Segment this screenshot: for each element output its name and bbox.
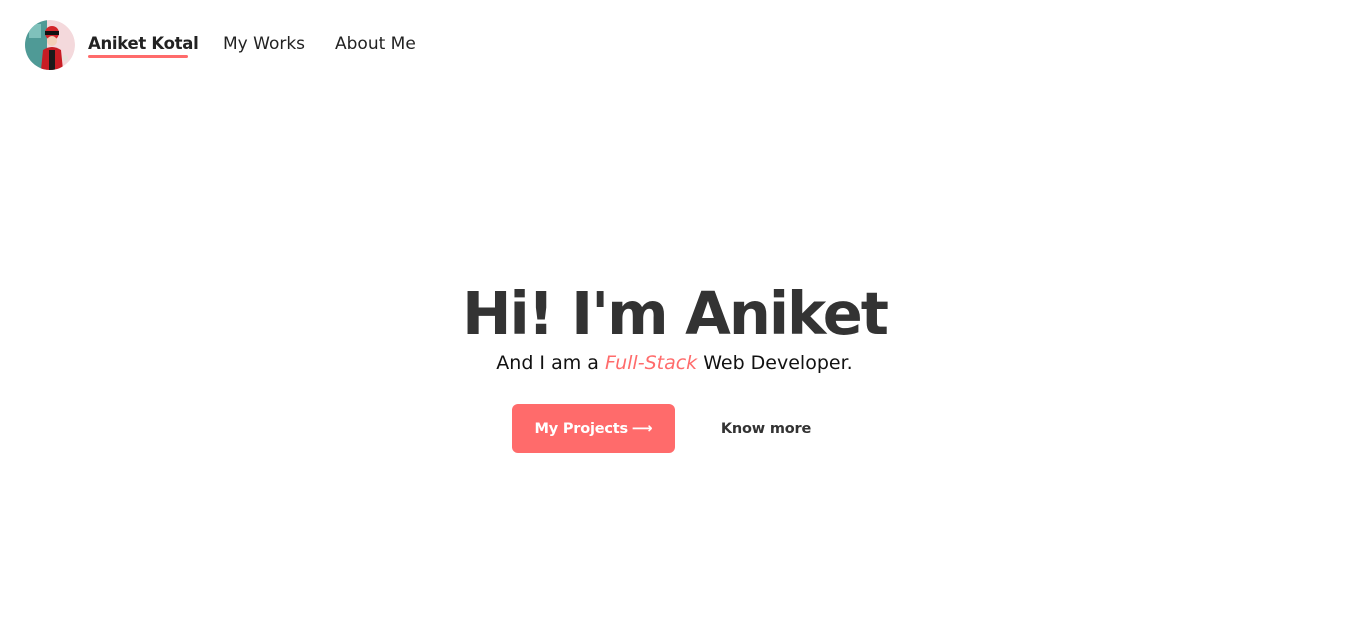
profile-avatar-icon (25, 20, 75, 70)
avatar[interactable] (25, 20, 75, 70)
nav-active-underline (88, 55, 188, 58)
hero-subtitle: And I am a Full-Stack Web Developer. (0, 350, 1349, 376)
hero-subtitle-highlight: Full-Stack (604, 352, 698, 374)
nav-my-works-link[interactable]: My Works (223, 33, 305, 55)
my-projects-button[interactable]: My Projects ⟶ (512, 404, 675, 453)
arrow-right-icon: ⟶ (631, 420, 653, 437)
know-more-button[interactable]: Know more (700, 404, 832, 453)
hero-subtitle-prefix: And I am a (496, 352, 605, 374)
hero-title: Hi! I'm Aniket (462, 279, 889, 348)
hero-subtitle-suffix: Web Developer. (697, 352, 853, 374)
navbar: Aniket Kotal My Works About Me (0, 0, 1349, 90)
nav-about-me-link[interactable]: About Me (335, 33, 416, 55)
my-projects-button-label: My Projects (534, 420, 628, 437)
nav-home-link[interactable]: Aniket Kotal (88, 33, 199, 55)
